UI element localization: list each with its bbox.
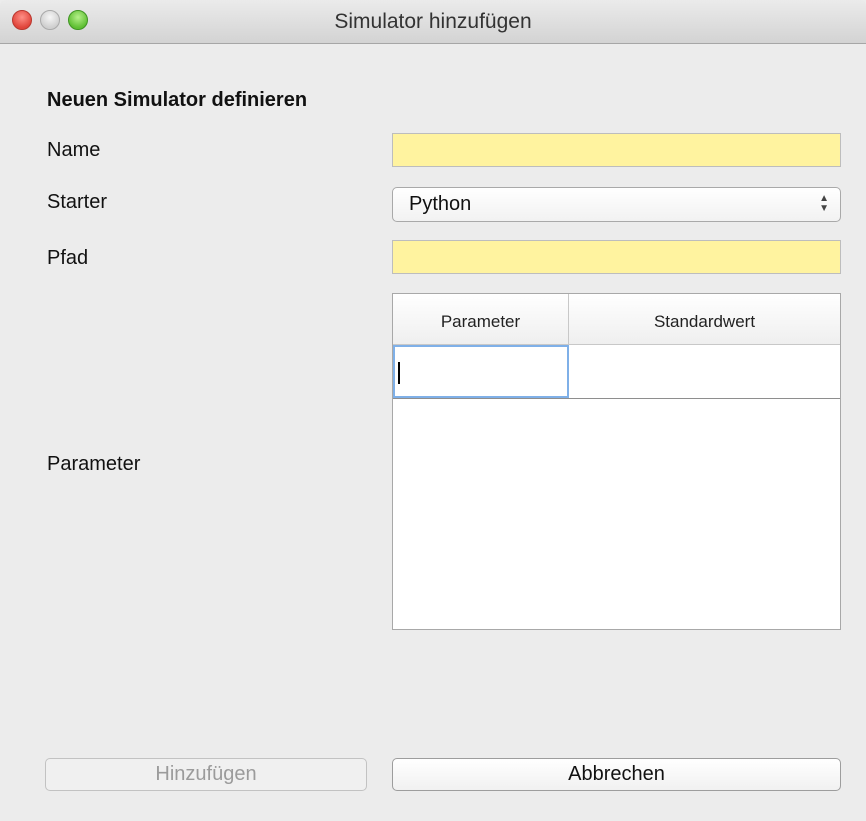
starter-select[interactable]: Python ▲ ▼: [392, 187, 841, 222]
parameter-table[interactable]: Parameter Standardwert: [392, 293, 841, 630]
name-label: Name: [47, 139, 101, 161]
table-header: Parameter Standardwert: [393, 294, 840, 345]
up-down-chevron-icon: ▲ ▼: [819, 193, 829, 214]
name-input[interactable]: [392, 133, 841, 167]
starter-selected-value: Python: [409, 193, 472, 215]
default-value-cell[interactable]: [569, 345, 840, 398]
path-label: Pfad: [47, 247, 89, 269]
table-row[interactable]: [393, 345, 840, 399]
path-input[interactable]: [392, 240, 841, 274]
cancel-button[interactable]: Abbrechen: [392, 758, 841, 791]
form-heading: Neuen Simulator definieren: [47, 89, 308, 111]
parameter-label: Parameter: [47, 453, 141, 475]
add-button[interactable]: Hinzufügen: [45, 758, 367, 791]
parameter-name-cell[interactable]: [393, 345, 569, 398]
column-header-default-value[interactable]: Standardwert: [569, 294, 840, 344]
dialog-window: Simulator hinzufügen Neuen Simulator def…: [0, 0, 866, 821]
window-title: Simulator hinzufügen: [334, 10, 532, 33]
starter-label: Starter: [47, 191, 108, 213]
title-bar: Simulator hinzufügen: [0, 0, 866, 44]
column-header-parameter[interactable]: Parameter: [393, 294, 569, 344]
